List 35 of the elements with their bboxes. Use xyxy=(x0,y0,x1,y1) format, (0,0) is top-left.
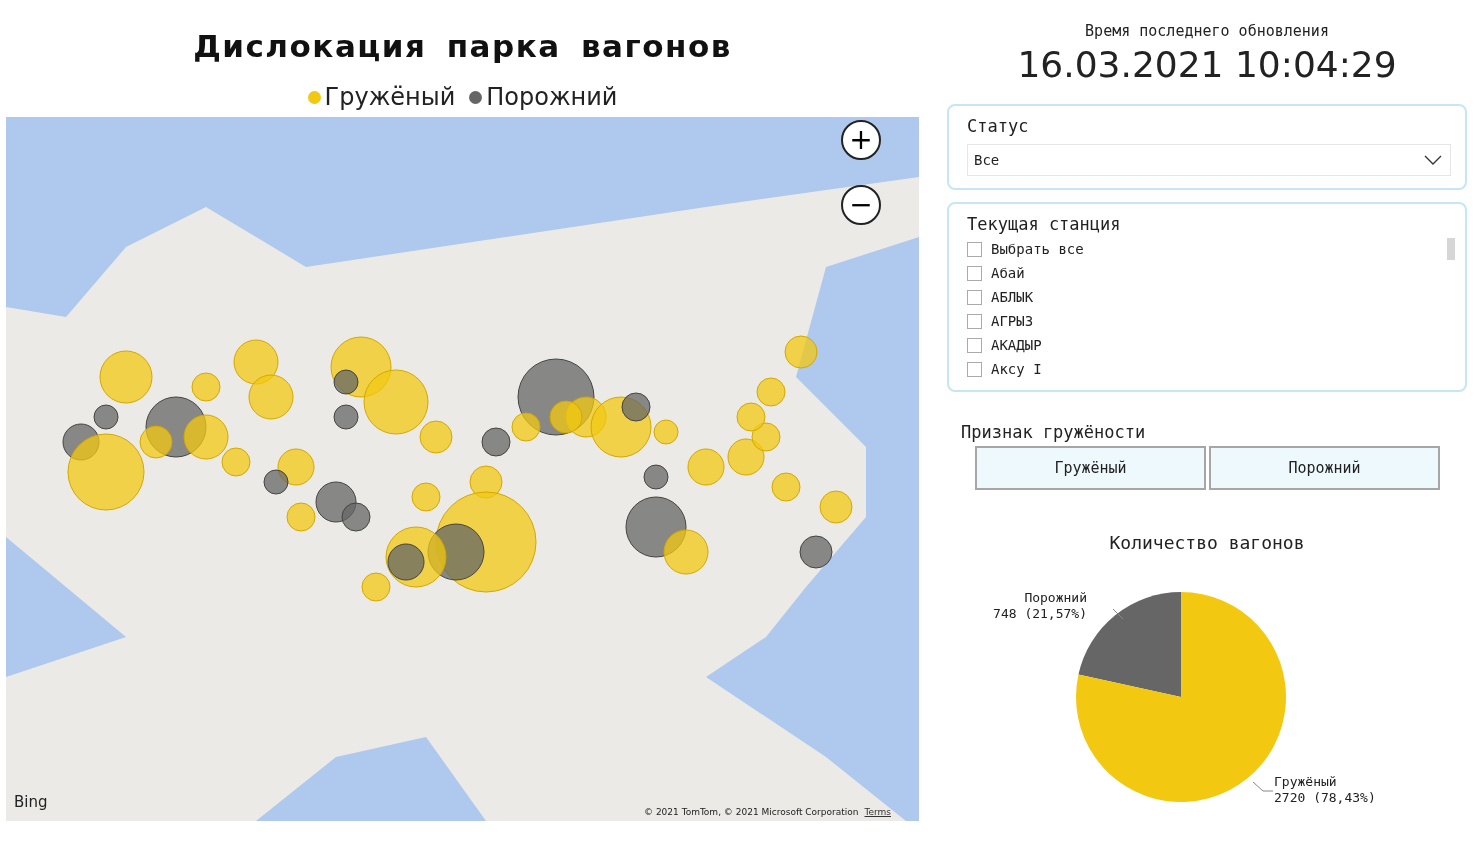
terms-link[interactable]: Terms xyxy=(864,807,891,817)
status-dropdown[interactable]: Все xyxy=(967,144,1451,176)
chart-title: Количество вагонов xyxy=(1109,532,1305,553)
checkbox[interactable] xyxy=(967,337,982,353)
scrollbar-thumb[interactable] xyxy=(1447,238,1455,260)
slice-label: Гружёный xyxy=(1274,774,1337,789)
station-option[interactable]: АГРЫЗ xyxy=(991,313,1034,329)
station-option[interactable]: АБЛЫК xyxy=(991,289,1034,305)
slice-value: 2720 (78,43%) xyxy=(1274,790,1376,805)
report-title: Дислокация парка вагонов xyxy=(193,28,732,64)
legend-label: Гружёный xyxy=(324,83,456,111)
station-option[interactable]: Выбрать все xyxy=(991,241,1084,257)
update-label: Время последнего обновления xyxy=(1085,22,1329,40)
filter-title: Текущая станция xyxy=(967,214,1122,234)
leader-line xyxy=(1112,608,1124,620)
filter-title: Признак гружёности xyxy=(961,422,1147,442)
chevron-down-icon xyxy=(1424,155,1442,165)
checkbox[interactable] xyxy=(967,241,982,257)
checkbox[interactable] xyxy=(967,361,982,377)
checkbox[interactable] xyxy=(967,313,982,329)
station-option[interactable]: Абай xyxy=(991,265,1025,281)
checkbox[interactable] xyxy=(967,289,982,305)
station-option[interactable]: Аксу I xyxy=(991,361,1042,377)
leader-line xyxy=(1252,781,1274,792)
slice-label: Порожний xyxy=(1024,590,1087,605)
filter-button[interactable]: Гружёный xyxy=(975,446,1206,490)
update-time: 16.03.2021 10:04:29 xyxy=(1017,44,1397,85)
filter-title: Статус xyxy=(967,116,1030,136)
station-option[interactable]: АКАДЫР xyxy=(991,337,1042,353)
filter-button[interactable]: Порожний xyxy=(1209,446,1440,490)
checkbox[interactable] xyxy=(967,265,982,281)
map-copyright: © 2021 TomTom, © 2021 Microsoft Corporation xyxy=(644,807,859,817)
legend-label: Порожний xyxy=(486,83,618,111)
map-logo: Bing xyxy=(14,793,48,811)
slice-value: 748 (21,57%) xyxy=(993,606,1087,621)
